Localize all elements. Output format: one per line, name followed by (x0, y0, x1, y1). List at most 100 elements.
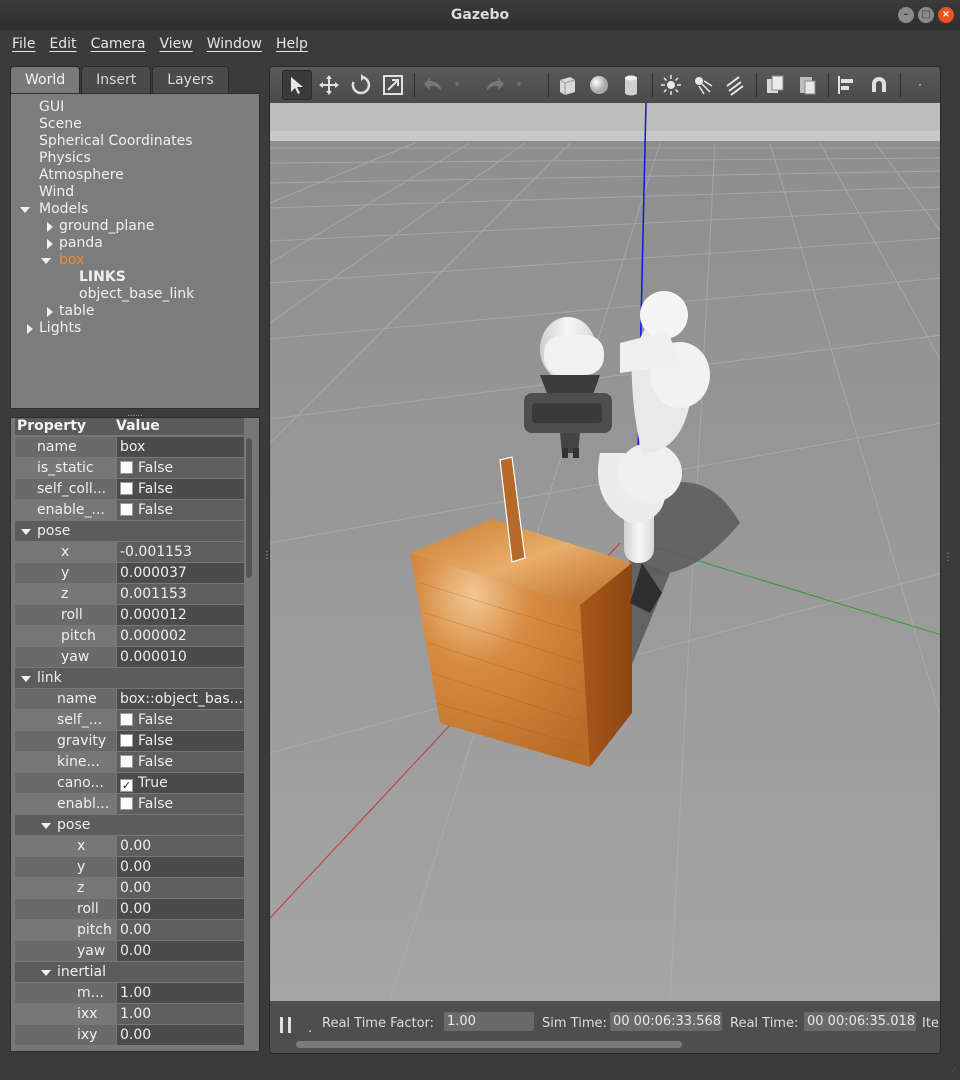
right-panel-resize-handle[interactable]: ⋮ (943, 552, 953, 563)
tree-item-ground-plane[interactable]: ground_plane (59, 218, 154, 234)
insert-box-button[interactable] (552, 70, 582, 100)
property-value[interactable]: 0.000012 (117, 605, 244, 625)
window-resize-grip[interactable]: ⋰ (948, 1067, 956, 1076)
property-value[interactable]: 0.000010 (117, 647, 244, 667)
property-row[interactable]: y 0.00 (15, 857, 244, 877)
3d-scene-viewport[interactable] (270, 103, 940, 1001)
property-value[interactable]: False (117, 752, 244, 772)
property-row[interactable]: is_static False (15, 458, 244, 478)
rotate-mode-button[interactable] (346, 70, 376, 100)
collapse-box-icon[interactable] (41, 258, 51, 264)
expand-panda-icon[interactable] (47, 239, 53, 249)
property-value[interactable]: False (117, 731, 244, 751)
tree-item-object-base-link[interactable]: object_base_link (79, 286, 194, 302)
tab-insert[interactable]: Insert (81, 66, 152, 93)
spot-light-button[interactable] (688, 70, 718, 100)
insert-cylinder-button[interactable] (616, 70, 646, 100)
property-section-row[interactable]: pose (15, 521, 244, 541)
checkbox-icon[interactable] (120, 713, 133, 726)
tree-item-gui[interactable]: GUI (39, 99, 64, 115)
undo-button[interactable] (418, 70, 448, 100)
property-value[interactable]: ✓ True (117, 773, 244, 793)
collapse-section-icon[interactable] (41, 823, 51, 829)
checkbox-icon[interactable] (120, 734, 133, 747)
property-row[interactable]: yaw 0.000010 (15, 647, 244, 667)
property-row[interactable]: pitch 0.00 (15, 920, 244, 940)
property-row[interactable]: x -0.001153 (15, 542, 244, 562)
property-row[interactable]: ixx 1.00 (15, 1004, 244, 1024)
step-button[interactable]: . (308, 1021, 312, 1036)
scale-mode-button[interactable] (378, 70, 408, 100)
redo-button[interactable] (480, 70, 510, 100)
property-row[interactable]: enabl... False (15, 794, 244, 814)
paste-button[interactable] (792, 70, 822, 100)
property-row[interactable]: z 0.00 (15, 878, 244, 898)
property-section-row[interactable]: link (15, 668, 244, 688)
menu-camera[interactable]: Camera (85, 36, 152, 52)
status-scrollbar[interactable] (296, 1041, 682, 1048)
minimize-button[interactable]: – (898, 7, 914, 23)
property-value[interactable]: False (117, 794, 244, 814)
property-row[interactable]: self_... False (15, 710, 244, 730)
checkbox-icon[interactable] (120, 503, 133, 516)
property-value[interactable]: 0.00 (117, 878, 244, 898)
align-button[interactable] (832, 70, 862, 100)
property-value[interactable]: False (117, 458, 244, 478)
property-row[interactable]: self_coll... False (15, 479, 244, 499)
property-scrollbar[interactable] (246, 438, 252, 578)
tree-item-table[interactable]: table (59, 303, 94, 319)
property-row[interactable]: name box (15, 437, 244, 457)
select-mode-button[interactable] (282, 70, 312, 100)
property-value[interactable]: 0.00 (117, 836, 244, 856)
property-row[interactable]: y 0.000037 (15, 563, 244, 583)
property-value[interactable]: 0.00 (117, 899, 244, 919)
checkbox-icon[interactable] (120, 797, 133, 810)
property-section-row[interactable]: pose (15, 815, 244, 835)
property-row[interactable]: roll 0.000012 (15, 605, 244, 625)
directional-light-button[interactable] (720, 70, 750, 100)
tree-item-atmosphere[interactable]: Atmosphere (39, 167, 124, 183)
property-value[interactable]: 0.000037 (117, 563, 244, 583)
property-value[interactable]: box::object_bas... (117, 689, 244, 709)
checkbox-icon[interactable] (120, 755, 133, 768)
undo-history-dropdown[interactable]: ▾ (450, 70, 464, 100)
checkbox-icon[interactable] (120, 461, 133, 474)
tree-item-spherical-coordinates[interactable]: Spherical Coordinates (39, 133, 193, 149)
insert-sphere-button[interactable] (584, 70, 614, 100)
property-row[interactable]: pitch 0.000002 (15, 626, 244, 646)
property-row[interactable]: gravity False (15, 731, 244, 751)
redo-history-dropdown[interactable]: ▾ (512, 70, 526, 100)
expand-table-icon[interactable] (47, 307, 53, 317)
property-row[interactable]: ixy 0.00 (15, 1025, 244, 1045)
panel-splitter[interactable]: ...... (125, 409, 145, 418)
snap-button[interactable] (864, 70, 894, 100)
tree-item-lights[interactable]: Lights (39, 320, 81, 336)
property-value[interactable]: False (117, 500, 244, 520)
copy-button[interactable] (760, 70, 790, 100)
tree-item-panda[interactable]: panda (59, 235, 103, 251)
property-row[interactable]: roll 0.00 (15, 899, 244, 919)
collapse-section-icon[interactable] (41, 970, 51, 976)
expand-ground-plane-icon[interactable] (47, 222, 53, 232)
checkbox-icon[interactable] (120, 482, 133, 495)
property-value[interactable]: 1.00 (117, 1004, 244, 1024)
maximize-button[interactable]: □ (918, 7, 934, 23)
property-value[interactable]: 0.00 (117, 857, 244, 877)
tree-item-models[interactable]: Models (39, 201, 88, 217)
menu-file[interactable]: File (6, 36, 41, 52)
left-panel-resize-handle[interactable]: ⋮ (262, 550, 272, 570)
collapse-section-icon[interactable] (21, 529, 31, 535)
toolbar-overflow-button[interactable]: · (910, 70, 930, 100)
property-row[interactable]: yaw 0.00 (15, 941, 244, 961)
property-value[interactable]: -0.001153 (117, 542, 244, 562)
point-light-button[interactable] (656, 70, 686, 100)
translate-mode-button[interactable] (314, 70, 344, 100)
property-value[interactable]: False (117, 710, 244, 730)
property-value[interactable]: 0.00 (117, 920, 244, 940)
property-value[interactable]: False (117, 479, 244, 499)
property-row[interactable]: cano... ✓ True (15, 773, 244, 793)
property-section-row[interactable]: inertial (15, 962, 244, 982)
menu-help[interactable]: Help (270, 36, 314, 52)
expand-models-icon[interactable] (20, 207, 30, 213)
checkbox-checked-icon[interactable]: ✓ (120, 779, 133, 792)
